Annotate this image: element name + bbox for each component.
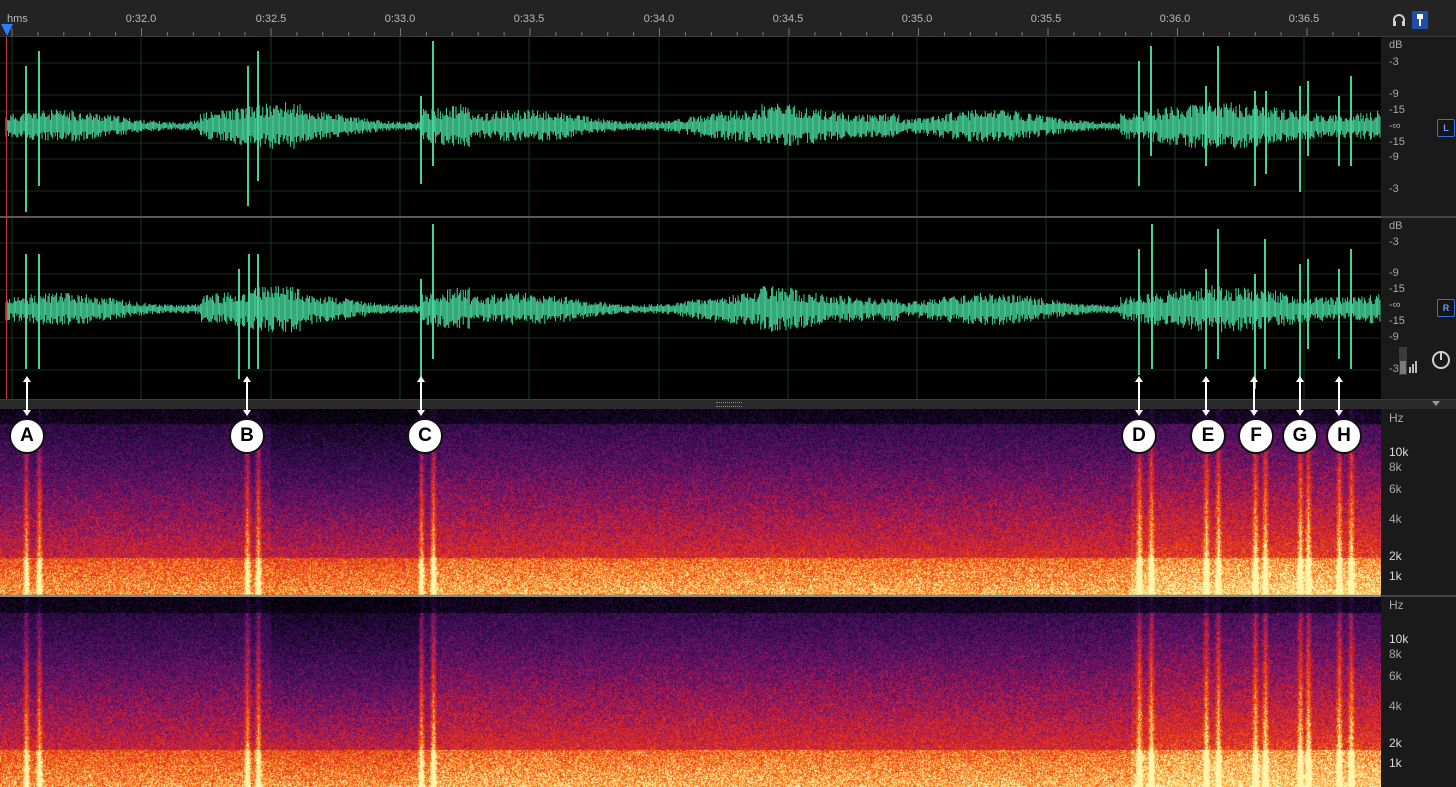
db-label: -3 — [1389, 363, 1399, 375]
waveform-trace — [5, 285, 1381, 333]
spectrogram-channel-divider — [0, 595, 1381, 597]
db-label: -9 — [1389, 267, 1399, 279]
time-tick-label: 0:34.5 — [772, 13, 804, 25]
top-right-controls — [1381, 0, 1456, 37]
time-tick-label: 0:36.5 — [1288, 13, 1320, 25]
time-tick-label: 0:32.0 — [125, 13, 157, 25]
db-label: -9 — [1389, 331, 1399, 343]
hz-label: 8k — [1389, 647, 1402, 661]
db-label: -9 — [1389, 151, 1399, 163]
hz-label: 2k — [1389, 736, 1402, 750]
waveform-right-channel[interactable] — [0, 218, 1381, 399]
time-tick-label: 0:35.5 — [1030, 13, 1062, 25]
frequency-scale: Hz 10k 8k 6k 4k 2k 1k Hz 10k 8k 6k 4k 2k… — [1381, 409, 1456, 787]
db-label: -3 — [1389, 236, 1399, 248]
hz-label: Hz — [1389, 598, 1404, 612]
headphones-icon[interactable] — [1391, 12, 1407, 28]
db-label: -15 — [1389, 283, 1405, 295]
time-ruler[interactable]: hms 0:32.0 0:32.5 0:33.0 0:33.5 0:34.0 0… — [0, 0, 1381, 37]
hz-label: 6k — [1389, 482, 1402, 496]
power-icon[interactable] — [1431, 350, 1451, 370]
time-tick-label: 0:34.0 — [643, 13, 675, 25]
hz-label: 1k — [1389, 569, 1402, 583]
hz-label: 4k — [1389, 699, 1402, 713]
time-tick-label: 0:36.0 — [1159, 13, 1191, 25]
waveform-left-channel[interactable] — [0, 37, 1381, 216]
hz-label: 10k — [1389, 632, 1409, 646]
db-label: dB — [1389, 220, 1403, 232]
hz-label: 8k — [1389, 460, 1402, 474]
time-tick-label: 0:32.5 — [255, 13, 287, 25]
ruler-ticks — [11, 28, 1360, 36]
hz-label: 2k — [1389, 549, 1402, 563]
splitter-grip[interactable] — [716, 402, 742, 407]
right-channel-badge[interactable]: R — [1437, 299, 1455, 317]
db-label: -15 — [1389, 315, 1405, 327]
waveform-panel[interactable] — [0, 37, 1381, 399]
db-label: -∞ — [1389, 299, 1401, 311]
left-channel-badge[interactable]: L — [1437, 119, 1455, 137]
waveform-trace — [5, 102, 1381, 149]
time-tick-label: 0:33.5 — [513, 13, 545, 25]
hz-label: 6k — [1389, 669, 1402, 683]
hz-label: 1k — [1389, 756, 1402, 770]
hz-label: 4k — [1389, 512, 1402, 526]
db-label: -15 — [1389, 104, 1405, 116]
hz-label: 10k — [1389, 445, 1409, 459]
scale-divider — [1381, 595, 1456, 597]
time-tick-label: 0:35.0 — [901, 13, 933, 25]
collapse-arrow-icon[interactable] — [1432, 401, 1440, 406]
scale-divider — [1381, 216, 1456, 218]
db-label: -15 — [1389, 136, 1405, 148]
hz-label: Hz — [1389, 411, 1404, 425]
db-label: -3 — [1389, 183, 1399, 195]
spectrogram-panel[interactable] — [0, 409, 1381, 787]
level-meter-icon[interactable] — [1399, 347, 1419, 375]
db-label: -∞ — [1389, 120, 1401, 132]
playhead-line — [6, 37, 7, 399]
db-label: dB — [1389, 39, 1403, 51]
db-label: -9 — [1389, 88, 1399, 100]
spectrogram-canvas[interactable] — [0, 409, 1381, 787]
amplitude-scale: dB -3 -9 -15 -∞ -15 -9 -3 L dB -3 -9 -15… — [1381, 37, 1456, 399]
pin-icon[interactable] — [1411, 10, 1429, 30]
db-label: -3 — [1389, 56, 1399, 68]
time-tick-label: 0:33.0 — [384, 13, 416, 25]
